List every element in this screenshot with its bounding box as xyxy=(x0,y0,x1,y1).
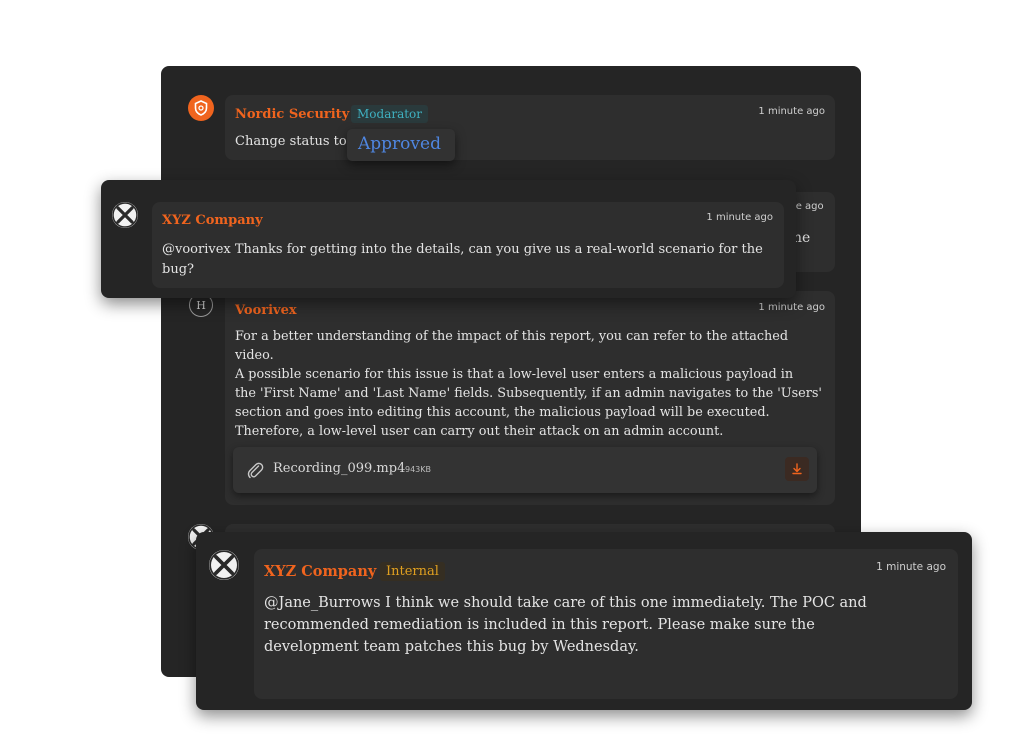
popup-comment-bottom: XYZ Company Internal 1 minute ago @Jane_… xyxy=(196,532,972,710)
avatar-letter: H xyxy=(196,299,206,312)
comment-author: XYZ Company xyxy=(264,563,377,580)
attachment-name: Recording_099.mp4 xyxy=(273,461,406,476)
comment-card: Voorivex 1 minute ago For a better under… xyxy=(225,291,835,505)
x-logo-icon xyxy=(112,202,138,228)
shield-icon xyxy=(194,100,208,116)
comment-card: Nordic Security Modarator 1 minute ago C… xyxy=(225,95,835,160)
comment-body: For a better understanding of the impact… xyxy=(235,329,822,439)
attachment-size: 943KB xyxy=(405,465,432,474)
comment-body: @Jane_Burrows I think we should take car… xyxy=(264,595,867,655)
comment-time: 1 minute ago xyxy=(758,106,825,117)
comment-time: 1 minute ago xyxy=(758,302,825,313)
status-approved-label: Approved xyxy=(358,134,441,154)
x-logo-icon xyxy=(209,550,239,580)
avatar-xyz-company xyxy=(209,550,239,580)
comment-card: XYZ Company Internal 1 minute ago @Jane_… xyxy=(254,549,958,699)
comment-time: 1 minute ago xyxy=(706,212,773,223)
comment-card: XYZ Company 1 minute ago @voorivex Thank… xyxy=(152,202,784,288)
comment-body: @voorivex Thanks for getting into the de… xyxy=(162,242,763,277)
popup-comment-top: XYZ Company 1 minute ago @voorivex Thank… xyxy=(101,180,796,298)
download-button[interactable] xyxy=(785,457,809,481)
role-badge: Modarator xyxy=(351,105,429,123)
comment-author: XYZ Company xyxy=(162,213,263,228)
avatar-xyz-company xyxy=(112,202,138,228)
avatar-nordic-security xyxy=(188,95,214,121)
download-icon xyxy=(792,463,802,475)
status-approved-chip: Approved xyxy=(347,129,455,161)
attachment[interactable]: Recording_099.mp4 943KB xyxy=(233,447,817,493)
status-change-text: Change status to xyxy=(235,134,347,149)
comment-time: 1 minute ago xyxy=(876,561,946,573)
paperclip-icon xyxy=(247,462,264,479)
comment-author: Nordic Security xyxy=(235,107,350,122)
comment-author: Voorivex xyxy=(235,303,297,318)
internal-badge: Internal xyxy=(380,562,445,581)
